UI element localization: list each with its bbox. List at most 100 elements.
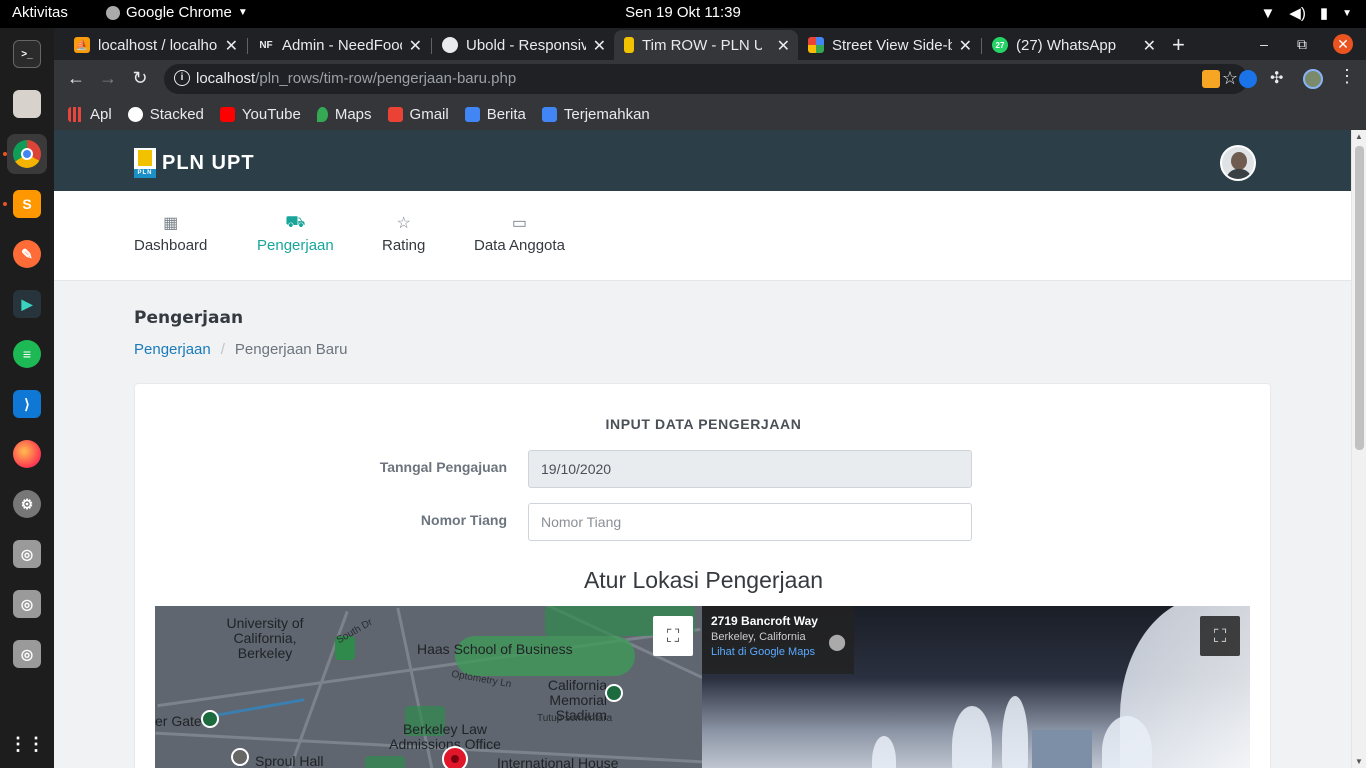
street-view-fullscreen-button[interactable]: ⛶: [1200, 616, 1240, 656]
breadcrumb-link-pengerjaan[interactable]: Pengerjaan: [134, 341, 211, 358]
map-section-title: Atur Lokasi Pengerjaan: [583, 567, 824, 593]
url-text: localhost/pln_rows/tim-row/pengerjaan-ba…: [196, 70, 517, 87]
close-window-button[interactable]: ✕: [1333, 34, 1353, 54]
scroll-down-icon[interactable]: ▼: [1355, 757, 1363, 766]
forward-button[interactable]: →: [97, 68, 119, 89]
dock-files[interactable]: [7, 84, 47, 124]
address-bar[interactable]: i localhost/pln_rows/tim-row/pengerjaan-…: [164, 64, 1248, 94]
disk-icon: ◎: [13, 540, 41, 568]
translate-icon: [541, 106, 557, 122]
map-pin-icon: ⬤: [828, 634, 846, 651]
gate-poi-icon[interactable]: [201, 710, 219, 728]
sproul-poi-icon[interactable]: [231, 748, 249, 766]
battery-icon: ▮: [1319, 5, 1329, 22]
more-menu-icon[interactable]: ⋮: [1338, 66, 1356, 86]
dock-disk-3[interactable]: ◎: [7, 634, 47, 674]
reload-button[interactable]: ↻: [129, 68, 151, 89]
system-tray[interactable]: ▼ ◀) ▮ ▼: [1260, 4, 1352, 23]
minimize-button[interactable]: –: [1254, 34, 1274, 54]
bookmark-youtube[interactable]: YouTube: [219, 106, 301, 123]
menu-item-dashboard[interactable]: ▦ Dashboard: [134, 213, 207, 254]
tab-phpmyadmin[interactable]: ⛵ localhost / localhost ✕: [64, 30, 246, 60]
close-tab-icon[interactable]: ✕: [593, 36, 606, 56]
dock-disk-2[interactable]: ◎: [7, 584, 47, 624]
app-menu[interactable]: Google Chrome ▼: [106, 4, 248, 21]
extension-pen-icon[interactable]: [1202, 70, 1220, 88]
tab-tim-row[interactable]: Tim ROW - PLN UPT ✕: [614, 30, 798, 60]
tab-whatsapp[interactable]: 27 (27) WhatsApp ✕: [982, 30, 1164, 60]
close-tab-icon[interactable]: ✕: [1143, 36, 1156, 56]
maps-pin-icon: [316, 106, 328, 122]
user-avatar[interactable]: [1220, 145, 1256, 181]
browser-window: ⛵ localhost / localhost ✕ NF Admin - Nee…: [54, 28, 1366, 130]
bookmark-berita[interactable]: Berita: [464, 106, 526, 123]
postman-icon: ✎: [13, 240, 41, 268]
dock-sublime[interactable]: S: [7, 184, 47, 224]
close-tab-icon[interactable]: ✕: [409, 36, 422, 56]
new-tab-button[interactable]: +: [1172, 32, 1185, 58]
news-icon: [464, 106, 480, 122]
close-tab-icon[interactable]: ✕: [959, 36, 972, 56]
page-scrollbar[interactable]: ▲ ▼: [1351, 130, 1366, 768]
dock-spotify[interactable]: ≡: [7, 334, 47, 374]
truck-icon: ⛟: [285, 214, 306, 231]
tab-street-view[interactable]: Street View Side-by- ✕: [798, 30, 980, 60]
main-menu: ▦ Dashboard ⛟ Pengerjaan ☆ Rating ▭ Data…: [54, 191, 1351, 281]
brand[interactable]: PLN PLN UPT: [134, 148, 255, 178]
street-view-panel[interactable]: 2719 Bancroft Way Berkeley, California L…: [702, 606, 1250, 768]
maps-icon: [808, 37, 824, 53]
dock-vscode[interactable]: ⟩: [7, 384, 47, 424]
location-map[interactable]: University of California, Berkeley South…: [155, 606, 703, 768]
dock-app[interactable]: ▶: [7, 284, 47, 324]
sublime-icon: S: [13, 190, 41, 218]
scroll-up-icon[interactable]: ▲: [1355, 132, 1363, 141]
date-field[interactable]: 19/10/2020: [528, 450, 972, 488]
dashboard-icon: ▦: [163, 215, 179, 232]
profile-avatar[interactable]: [1303, 69, 1323, 89]
stadium-poi-icon[interactable]: [605, 684, 623, 702]
dock-terminal[interactable]: >_: [7, 34, 47, 74]
date-label: Tanngal Pengajuan: [379, 459, 507, 475]
dock-disk-1[interactable]: ◎: [7, 534, 47, 574]
back-button[interactable]: ←: [65, 68, 87, 89]
clock[interactable]: Sen 19 Okt 11:39: [625, 4, 741, 21]
bookmark-maps[interactable]: Maps: [316, 106, 372, 123]
menu-item-data-anggota[interactable]: ▭ Data Anggota: [474, 213, 565, 254]
globe-icon: [127, 106, 143, 122]
map-label-intl-house: International House: [497, 755, 619, 768]
map-label-university: University of California, Berkeley: [226, 615, 304, 661]
bookmark-star-icon[interactable]: ☆: [1222, 68, 1238, 89]
breadcrumb: Pengerjaan / Pengerjaan Baru: [134, 341, 348, 358]
extensions-puzzle-icon[interactable]: ✣: [1270, 68, 1288, 87]
activities-button[interactable]: Aktivitas: [12, 4, 68, 21]
scrollbar-thumb[interactable]: [1355, 146, 1364, 450]
dock-settings[interactable]: ⚙: [7, 484, 47, 524]
pln-icon: [624, 37, 634, 53]
view-on-google-maps-link[interactable]: Lihat di Google Maps: [711, 646, 845, 658]
bookmark-apps[interactable]: Apl: [68, 106, 112, 123]
tab-ubold[interactable]: Ubold - Responsive ✕: [432, 30, 614, 60]
map-fullscreen-button[interactable]: ⛶: [653, 616, 693, 656]
dock-firefox[interactable]: [7, 434, 47, 474]
bookmark-stacked[interactable]: Stacked: [127, 106, 204, 123]
maximize-button[interactable]: ⧉: [1292, 34, 1312, 54]
chevron-down-icon: ▼: [1342, 7, 1352, 19]
dock-chrome[interactable]: [7, 134, 47, 174]
phpmyadmin-icon: ⛵: [74, 37, 90, 53]
bookmark-gmail[interactable]: Gmail: [387, 106, 449, 123]
menu-item-rating[interactable]: ☆ Rating: [382, 213, 425, 254]
close-tab-icon[interactable]: ✕: [225, 36, 238, 56]
close-tab-icon[interactable]: ✕: [777, 36, 790, 56]
menu-item-pengerjaan[interactable]: ⛟ Pengerjaan: [257, 213, 334, 254]
dock-postman[interactable]: ✎: [7, 234, 47, 274]
bookmark-terjemahkan[interactable]: Terjemahkan: [541, 106, 650, 123]
location-marker[interactable]: [442, 746, 468, 768]
gmail-icon: [387, 106, 403, 122]
vscode-icon: ⟩: [13, 390, 41, 418]
tab-needfood[interactable]: NF Admin - NeedFood ✕: [248, 30, 430, 60]
site-navbar: PLN PLN UPT: [54, 130, 1351, 191]
pole-number-input[interactable]: [528, 503, 972, 541]
extension-blue-icon[interactable]: [1239, 70, 1257, 88]
show-applications-button[interactable]: ⋮⋮: [7, 724, 47, 764]
info-icon[interactable]: i: [174, 70, 190, 86]
